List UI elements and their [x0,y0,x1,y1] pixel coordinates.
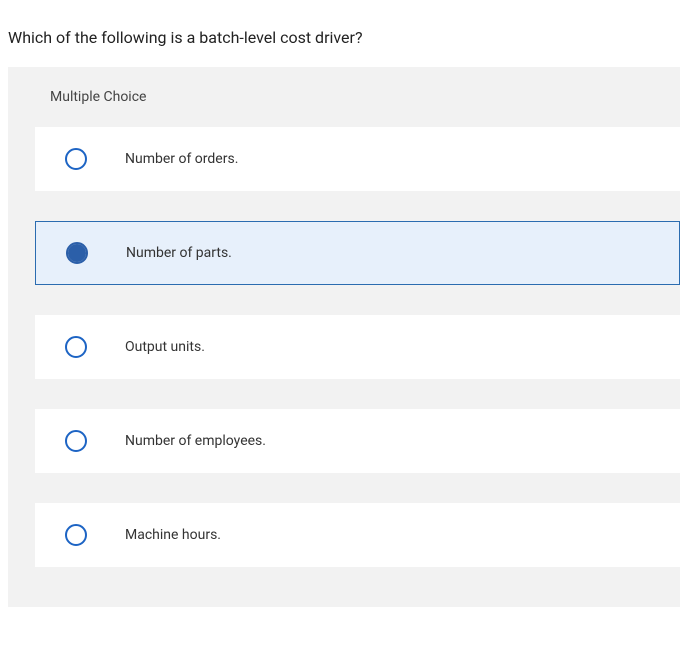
options-list: Number of orders. Number of parts. Outpu… [8,127,680,567]
option-label: Number of employees. [125,433,266,449]
option-label: Number of parts. [126,245,232,261]
option-3[interactable]: Number of employees. [35,409,680,473]
radio-icon [65,148,87,170]
option-label: Output units. [125,339,205,355]
option-1[interactable]: Number of parts. [35,221,680,285]
option-2[interactable]: Output units. [35,315,680,379]
option-label: Number of orders. [125,151,238,167]
option-0[interactable]: Number of orders. [35,127,680,191]
option-4[interactable]: Machine hours. [35,503,680,567]
section-header: Multiple Choice [8,67,680,127]
option-label: Machine hours. [125,527,221,543]
radio-icon [65,430,87,452]
question-text: Which of the following is a batch-level … [0,0,680,67]
radio-icon [65,336,87,358]
radio-icon [65,524,87,546]
radio-icon [66,242,88,264]
multiple-choice-container: Multiple Choice Number of orders. Number… [8,67,680,607]
